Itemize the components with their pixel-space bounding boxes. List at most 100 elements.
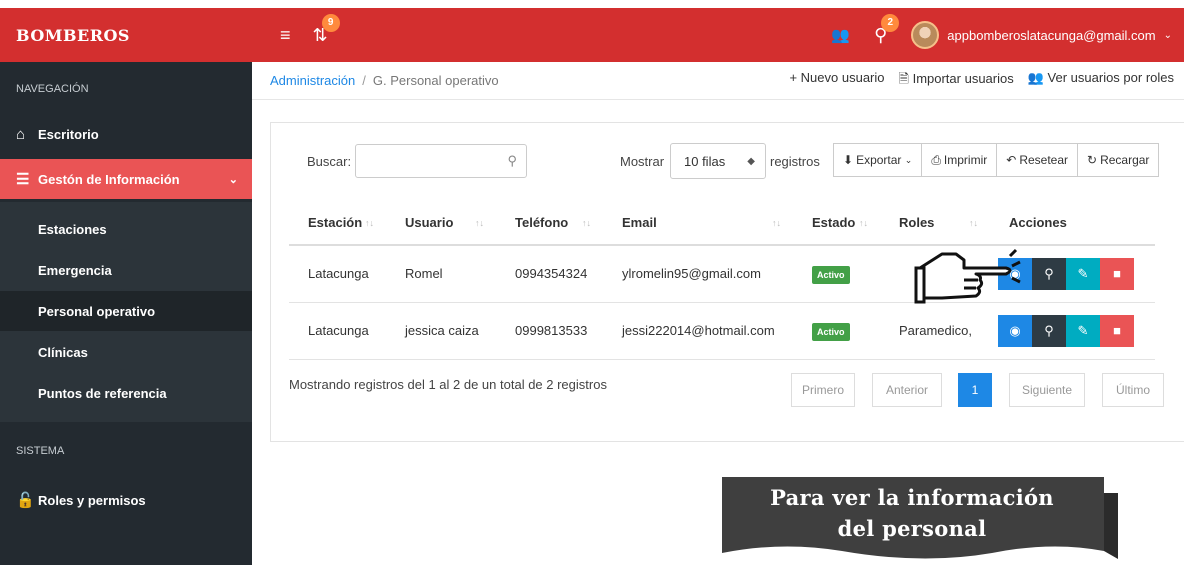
submenu: Estaciones Emergencia Personal operativo…	[0, 202, 252, 422]
key-icon: ⚲	[1044, 265, 1054, 281]
undo-icon: ↶	[1006, 153, 1017, 167]
cell-phone: 0999813533	[496, 302, 603, 360]
sidebar-item-escritorio[interactable]: ⌂ Escritorio	[0, 114, 252, 154]
rows-select-value: 10 filas	[684, 153, 726, 169]
chevron-down-icon: ⌄	[228, 173, 238, 186]
delete-button[interactable]: ■	[1100, 257, 1134, 290]
key-button[interactable]: ⚲	[1032, 257, 1066, 290]
brand-logo[interactable]: BOMBEROS	[0, 26, 252, 45]
sidebar-item-emergencia[interactable]: Emergencia	[0, 250, 252, 290]
print-label: Imprimir	[943, 153, 988, 167]
trash-icon: ■	[1113, 266, 1121, 282]
sort-icon: ↑↓	[365, 218, 374, 228]
col-header-usuario[interactable]: Usuario ↑↓	[386, 201, 496, 246]
user-menu[interactable]: appbomberoslatacunga@gmail.com ⌄	[911, 21, 1172, 49]
users-card: Buscar: ⚲ Mostrar 10 filas ◆ registros ⬇…	[270, 122, 1184, 442]
cell-email: jessi222014@hotmail.com	[603, 302, 793, 360]
rows-per-page-select[interactable]: 10 filas ◆	[670, 143, 766, 179]
edit-button[interactable]: ✎	[1066, 314, 1100, 347]
sort-icon: ↑↓	[772, 218, 781, 228]
print-button[interactable]: ⎙ Imprimir	[921, 143, 998, 177]
table-button-group: ⬇ Exportar ⌄ ⎙ Imprimir ↶ Resetear ↻ Recarga…	[833, 143, 1160, 177]
next-page-button[interactable]: Siguiente	[1009, 373, 1085, 407]
sync-badge: 9	[321, 13, 340, 32]
sidebar-item-gestion[interactable]: ☰ Gestón de Información ⌄	[0, 159, 252, 199]
cell-status: Activo	[793, 302, 880, 360]
breadcrumb-separator: /	[362, 73, 366, 88]
col-header-telefono[interactable]: Teléfono ↑↓	[496, 201, 603, 246]
key-button[interactable]: ⚲	[1032, 314, 1066, 347]
col-header-estacion[interactable]: Estación ↑↓	[289, 201, 386, 246]
col-header-label: Estación	[308, 215, 363, 230]
plus-icon: +	[789, 69, 798, 85]
hamburger-menu-icon[interactable]: ≡	[280, 25, 291, 46]
sidebar-item-clinicas[interactable]: Clínicas	[0, 332, 252, 372]
breadcrumb-current: G. Personal operativo	[372, 73, 499, 88]
cell-user: jessica caiza	[386, 302, 496, 360]
print-icon: ⎙	[931, 152, 941, 167]
chevron-down-icon: ⌄	[904, 154, 913, 165]
table-header-row: Estación ↑↓ Usuario ↑↓ Teléfono ↑↓ Email ↑↓ …	[289, 201, 1155, 246]
reload-label: Recargar	[1100, 153, 1150, 167]
export-button[interactable]: ⬇ Exportar ⌄	[833, 143, 923, 177]
file-icon: 🗎	[898, 70, 909, 86]
sync-button[interactable]: ⇅ 9	[313, 13, 340, 46]
cell-user: Romel	[386, 245, 496, 303]
sidebar-item-estaciones[interactable]: Estaciones	[0, 209, 252, 249]
col-header-label: Estado	[812, 215, 856, 230]
breadcrumb-bar: Administración / G. Personal operativo +…	[252, 62, 1184, 100]
sort-arrows-icon: ◆	[747, 155, 755, 167]
cell-station: Latacunga	[289, 245, 386, 303]
group-icon: 👥	[1027, 69, 1044, 85]
breadcrumb-root[interactable]: Administración	[270, 73, 355, 88]
caption-text: Para ver la información del personal	[722, 482, 1102, 544]
avatar	[911, 21, 940, 49]
col-header-label: Usuario	[405, 215, 454, 230]
col-header-roles[interactable]: Roles ↑↓	[880, 201, 990, 246]
search-input[interactable]: ⚲	[355, 144, 527, 178]
new-user-label: Nuevo usuario	[800, 69, 885, 85]
first-page-button[interactable]: Primero	[791, 373, 855, 407]
caption-line-1: Para ver la información	[770, 485, 1054, 510]
status-badge: Activo	[812, 323, 850, 341]
col-header-label: Teléfono	[515, 215, 569, 230]
cell-phone: 0994354324	[496, 245, 603, 303]
page-1-button[interactable]: 1	[958, 373, 992, 407]
view-by-roles-button[interactable]: 👥 Ver usuarios por roles	[1028, 70, 1174, 92]
edit-button[interactable]: ✎	[1066, 257, 1100, 290]
sort-icon: ↑↓	[582, 218, 591, 228]
import-users-label: Importar usuarios	[912, 70, 1014, 86]
col-header-email[interactable]: Email ↑↓	[603, 201, 793, 246]
pointing-hand-icon	[914, 248, 1021, 304]
home-icon: ⌂	[16, 125, 26, 143]
col-header-estado[interactable]: Estado ↑↓	[793, 201, 880, 246]
sidebar-item-puntos-referencia[interactable]: Puntos de referencia	[0, 373, 252, 413]
col-header-label: Roles	[899, 215, 935, 230]
top-navbar: BOMBEROS ≡ ⇅ 9 👥 ⚲ 2 appbomberoslatacung…	[0, 8, 1184, 62]
sidebar-item-label: Gestón de Información	[38, 171, 180, 187]
cell-email: ylromelin95@gmail.com	[603, 245, 793, 303]
trash-icon: ■	[1113, 323, 1121, 338]
import-users-button[interactable]: 🗎 Importar usuarios	[899, 70, 1014, 92]
reset-button[interactable]: ↶ Resetear	[996, 143, 1079, 177]
users-icon[interactable]: 👥	[831, 26, 850, 44]
sidebar-item-roles[interactable]: 🔓 Roles y permisos	[0, 480, 252, 520]
user-email: appbomberoslatacunga@gmail.com	[947, 27, 1156, 43]
new-user-button[interactable]: + Nuevo usuario	[789, 70, 884, 92]
sort-icon: ↑↓	[859, 218, 868, 228]
delete-button[interactable]: ■	[1100, 314, 1134, 347]
last-page-button[interactable]: Último	[1102, 373, 1164, 407]
col-header-label: Email	[622, 215, 657, 230]
prev-page-button[interactable]: Anterior	[872, 373, 942, 407]
view-button[interactable]: ◉	[998, 314, 1032, 347]
records-label: registros	[770, 154, 820, 169]
search-label: Buscar:	[307, 154, 352, 169]
sidebar-item-personal-operativo[interactable]: Personal operativo	[0, 291, 252, 331]
col-header-acciones: Acciones	[990, 201, 1155, 246]
reload-button[interactable]: ↻ Recargar	[1077, 143, 1160, 177]
caption-line-2: del personal	[837, 516, 987, 541]
system-section-title: SISTEMA	[16, 445, 65, 457]
users-table: Estación ↑↓ Usuario ↑↓ Teléfono ↑↓ Email ↑↓ …	[289, 201, 1155, 360]
chat-button[interactable]: ⚲ 2	[874, 13, 900, 46]
view-by-roles-label: Ver usuarios por roles	[1047, 69, 1174, 85]
